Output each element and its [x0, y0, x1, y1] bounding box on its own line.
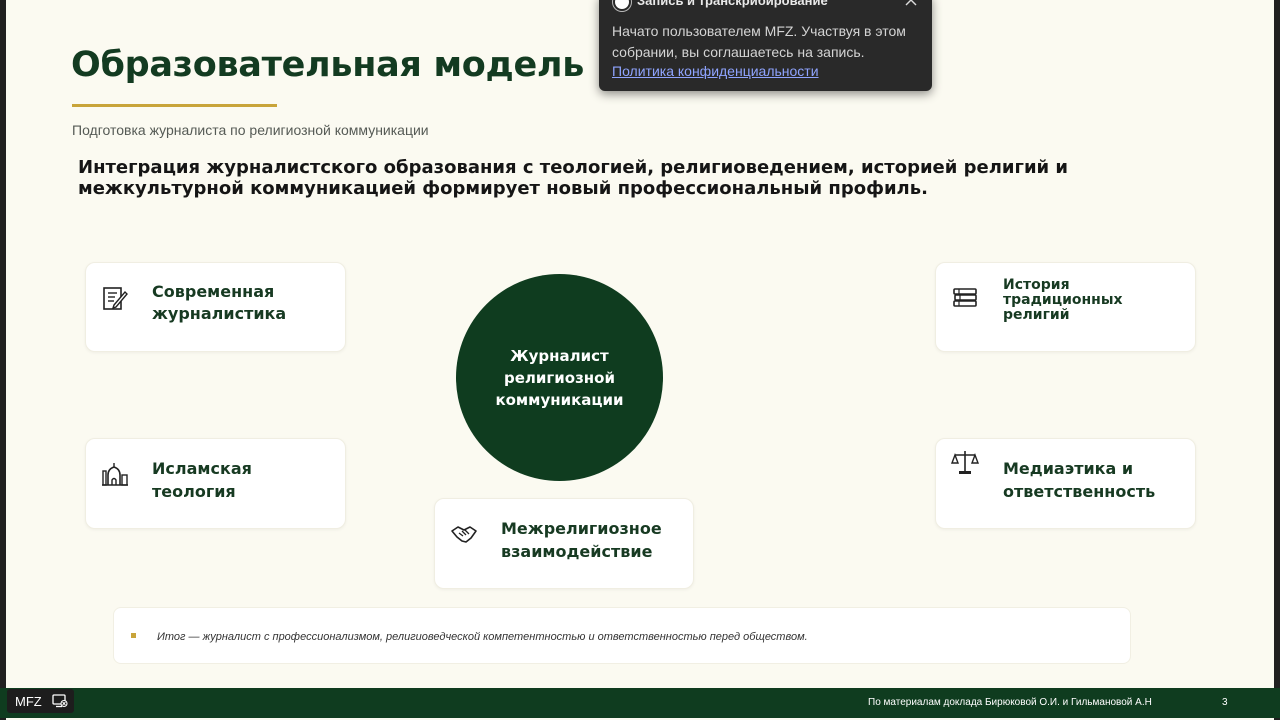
presentation-stage: Образовательная модель Р Подготовка журн…: [0, 0, 1280, 720]
footer-credit: По материалам доклада Бирюковой О.И. и Г…: [868, 697, 1152, 708]
presenter-badge[interactable]: MFZ: [7, 689, 74, 713]
card-label: Современная журналистика: [152, 282, 287, 323]
notification-body: Начато пользователем MFZ. Участвуя в это…: [612, 23, 906, 60]
card-interfaith-interaction: Межрелигиозное взаимодействие: [434, 498, 694, 589]
bullet-marker: [131, 633, 136, 638]
window-frame-left: [0, 0, 6, 720]
privacy-policy-link[interactable]: Политика конфиденциальности: [612, 63, 819, 79]
title-underline: [72, 104, 277, 107]
slide-lead-text: Интеграция журналистского образования с …: [78, 157, 1069, 199]
card-label: История традиционных религий: [1003, 277, 1123, 323]
slide-subtitle: Подготовка журналиста по религиозной ком…: [72, 122, 429, 138]
center-circle: Журналист религиозной коммуникации: [456, 274, 663, 481]
summary-text: Итог — журналист с профессионализмом, ре…: [157, 631, 808, 643]
card-media-ethics: Медиаэтика и ответственность: [935, 438, 1196, 529]
page-number: 3: [1222, 697, 1228, 708]
card-label: Межрелигиозное взаимодействие: [501, 519, 662, 561]
slide-title: Образовательная модель Р: [71, 45, 622, 85]
mosque-icon: [102, 463, 128, 486]
document-pen-icon: [103, 287, 128, 310]
recording-notification: Запись и транскрибирование Начато пользо…: [599, 0, 932, 91]
screen-share-icon: [52, 694, 68, 708]
presenter-name: MFZ: [15, 694, 42, 709]
card-modern-journalism: Современная журналистика: [85, 262, 346, 352]
card-label: Медиаэтика и ответственность: [1003, 459, 1156, 501]
summary-box: Итог — журналист с профессионализмом, ре…: [113, 607, 1131, 664]
card-history-religions: История традиционных религий: [935, 262, 1196, 352]
recording-icon: [613, 0, 631, 11]
handshake-icon: [451, 526, 477, 543]
center-label: Журналист религиозной коммуникации: [495, 346, 624, 409]
card-label: Исламская теология: [152, 459, 252, 501]
window-frame-right: [1274, 0, 1280, 720]
scales-icon: [950, 451, 980, 474]
books-icon: [953, 288, 977, 307]
notification-title: Запись и транскрибирование: [637, 0, 828, 8]
close-icon[interactable]: [904, 0, 918, 7]
slide-footer: По материалам доклада Бирюковой О.И. и Г…: [0, 688, 1280, 718]
card-islamic-theology: Исламская теология: [85, 438, 346, 529]
